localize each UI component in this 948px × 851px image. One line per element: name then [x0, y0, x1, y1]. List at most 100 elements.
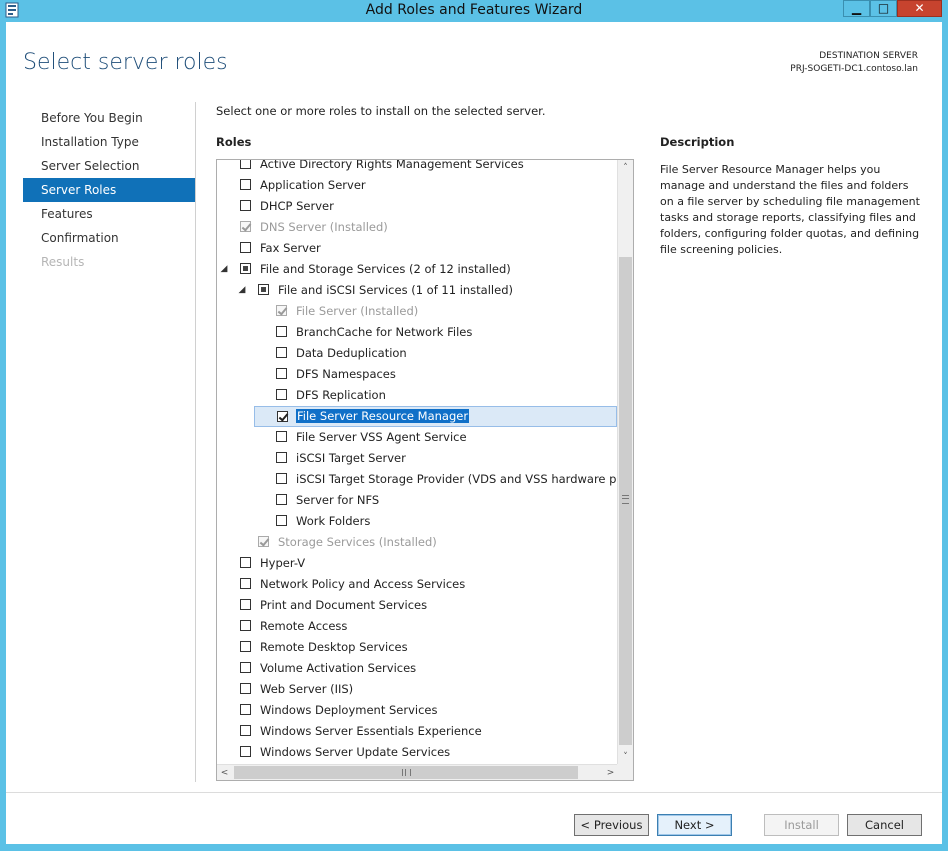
- role-item[interactable]: File Server Resource Manager: [254, 406, 617, 427]
- scroll-left-button[interactable]: <: [217, 765, 232, 780]
- page-title: Select server roles: [23, 50, 228, 75]
- nav-step-confirmation[interactable]: Confirmation: [23, 226, 195, 250]
- role-checkbox[interactable]: [240, 599, 251, 610]
- role-checkbox: [276, 305, 287, 316]
- description-text: File Server Resource Manager helps you m…: [660, 163, 920, 256]
- role-item: File Server (Installed): [217, 301, 617, 322]
- role-checkbox[interactable]: [240, 641, 251, 652]
- role-item[interactable]: Fax Server: [217, 238, 617, 259]
- wizard-steps-nav: Before You Begin Installation Type Server …: [23, 106, 195, 274]
- role-item[interactable]: DFS Replication: [217, 385, 617, 406]
- role-item[interactable]: DFS Namespaces: [217, 364, 617, 385]
- role-item[interactable]: iSCSI Target Server: [217, 448, 617, 469]
- role-checkbox[interactable]: [240, 725, 251, 736]
- role-label: Work Folders: [296, 514, 371, 528]
- role-checkbox[interactable]: [240, 242, 251, 253]
- role-checkbox[interactable]: [240, 578, 251, 589]
- horizontal-scrollbar[interactable]: < >: [217, 764, 618, 780]
- role-checkbox[interactable]: [276, 452, 287, 463]
- vertical-scroll-thumb[interactable]: [619, 257, 632, 745]
- role-item[interactable]: Windows Server Update Services: [217, 742, 617, 763]
- minimize-button[interactable]: ▁: [843, 0, 870, 17]
- nav-step-results: Results: [41, 255, 85, 269]
- role-item[interactable]: Work Folders: [217, 511, 617, 532]
- role-item[interactable]: Data Deduplication: [217, 343, 617, 364]
- description-heading: Description: [660, 135, 735, 149]
- role-checkbox[interactable]: [240, 179, 251, 190]
- role-item[interactable]: Hyper-V: [217, 553, 617, 574]
- role-label: File and Storage Services (2 of 12 insta…: [260, 262, 511, 276]
- role-label: DNS Server (Installed): [260, 220, 388, 234]
- role-label: File Server (Installed): [296, 304, 419, 318]
- role-item[interactable]: ◢ File and iSCSI Services (1 of 11 instal…: [217, 280, 617, 301]
- role-label: File Server VSS Agent Service: [296, 430, 467, 444]
- role-item[interactable]: BranchCache for Network Files: [217, 322, 617, 343]
- role-checkbox[interactable]: [276, 368, 287, 379]
- tree-expander-icon[interactable]: ◢: [219, 263, 229, 275]
- role-item[interactable]: Network Policy and Access Services: [217, 574, 617, 595]
- scroll-up-button[interactable]: ˄: [618, 160, 633, 176]
- next-button[interactable]: Next >: [657, 814, 732, 836]
- role-checkbox[interactable]: [276, 389, 287, 400]
- previous-button[interactable]: < Previous: [574, 814, 649, 836]
- role-label: Storage Services (Installed): [278, 535, 437, 549]
- scroll-right-button[interactable]: >: [603, 765, 618, 780]
- role-label: Windows Server Update Services: [260, 745, 451, 759]
- role-item[interactable]: Server for NFS: [217, 490, 617, 511]
- role-checkbox[interactable]: [240, 746, 251, 757]
- role-item[interactable]: Remote Desktop Services: [217, 637, 617, 658]
- role-checkbox[interactable]: [240, 557, 251, 568]
- tree-expander-icon[interactable]: ◢: [237, 284, 247, 296]
- install-button[interactable]: Install: [764, 814, 839, 836]
- role-checkbox[interactable]: [240, 160, 251, 169]
- role-checkbox[interactable]: [240, 683, 251, 694]
- role-item[interactable]: Windows Deployment Services: [217, 700, 617, 721]
- role-checkbox[interactable]: [276, 515, 287, 526]
- role-item[interactable]: Volume Activation Services: [217, 658, 617, 679]
- role-item[interactable]: Windows Server Essentials Experience: [217, 721, 617, 742]
- role-item[interactable]: iSCSI Target Storage Provider (VDS and V…: [217, 469, 618, 490]
- roles-tree[interactable]: Active Directory Rights Management Servi…: [216, 159, 634, 781]
- role-item[interactable]: DHCP Server: [217, 196, 617, 217]
- title-bar[interactable]: Add Roles and Features Wizard ▁ □ ✕: [0, 0, 948, 22]
- role-label: iSCSI Target Server: [296, 451, 406, 465]
- maximize-button[interactable]: □: [870, 0, 897, 17]
- wizard-window: Add Roles and Features Wizard ▁ □ ✕ Sele…: [0, 0, 948, 851]
- role-label: Active Directory Rights Management Servi…: [260, 160, 524, 171]
- role-label: Network Policy and Access Services: [260, 577, 466, 591]
- role-checkbox[interactable]: [276, 473, 287, 484]
- role-item[interactable]: File Server VSS Agent Service: [217, 427, 617, 448]
- role-label: Application Server: [260, 178, 366, 192]
- role-item[interactable]: Web Server (IIS): [217, 679, 617, 700]
- role-checkbox[interactable]: [240, 620, 251, 631]
- role-item[interactable]: Print and Document Services: [217, 595, 617, 616]
- cancel-button[interactable]: Cancel: [847, 814, 922, 836]
- role-checkbox[interactable]: [240, 662, 251, 673]
- role-label: DFS Replication: [296, 388, 386, 402]
- role-item[interactable]: Active Directory Rights Management Servi…: [217, 160, 617, 175]
- role-item[interactable]: Remote Access: [217, 616, 617, 637]
- role-checkbox[interactable]: [276, 347, 287, 358]
- nav-step-server-selection[interactable]: Server Selection: [23, 154, 195, 178]
- role-checkbox[interactable]: [240, 200, 251, 211]
- nav-step-installation-type[interactable]: Installation Type: [23, 130, 195, 154]
- horizontal-scroll-thumb[interactable]: [234, 766, 578, 779]
- role-checkbox[interactable]: [240, 704, 251, 715]
- scroll-down-button[interactable]: ˅: [618, 749, 633, 765]
- role-label: Web Server (IIS): [260, 682, 354, 696]
- role-checkbox[interactable]: [258, 284, 269, 295]
- role-checkbox[interactable]: [277, 411, 288, 422]
- role-checkbox: [258, 536, 269, 547]
- role-checkbox[interactable]: [240, 263, 251, 274]
- role-checkbox[interactable]: [276, 431, 287, 442]
- close-button[interactable]: ✕: [897, 0, 942, 17]
- nav-step-before-you-begin[interactable]: Before You Begin: [23, 106, 195, 130]
- nav-step-server-roles[interactable]: Server Roles: [23, 178, 195, 202]
- role-item[interactable]: Application Server: [217, 175, 617, 196]
- role-checkbox[interactable]: [276, 326, 287, 337]
- role-label: Hyper-V: [260, 556, 306, 570]
- role-item[interactable]: ◢ File and Storage Services (2 of 12 inst…: [217, 259, 617, 280]
- role-checkbox[interactable]: [276, 494, 287, 505]
- vertical-scrollbar[interactable]: ˄ ˅: [617, 160, 633, 765]
- nav-step-features[interactable]: Features: [23, 202, 195, 226]
